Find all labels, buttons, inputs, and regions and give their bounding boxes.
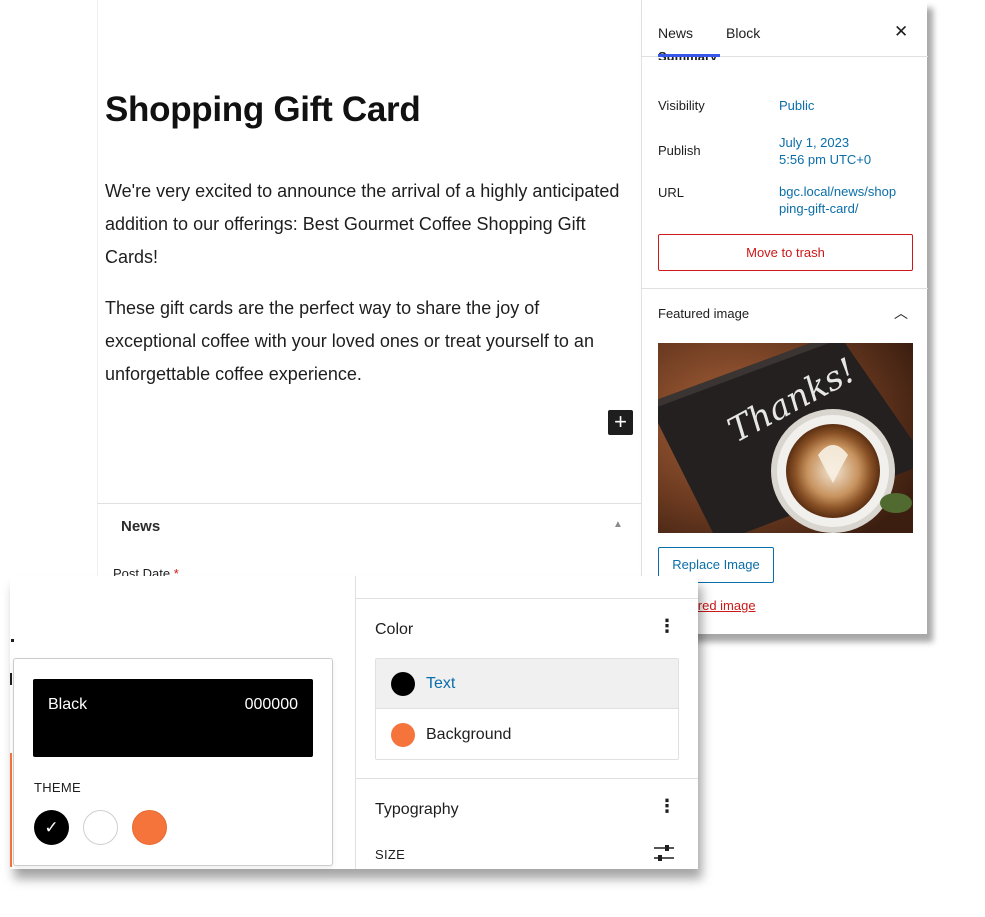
background-fragment xyxy=(10,753,12,867)
url-label: URL xyxy=(658,185,685,200)
divider xyxy=(97,503,641,504)
featured-image-photo: Thanks! xyxy=(658,343,913,533)
post-title[interactable]: Shopping Gift Card xyxy=(105,90,625,130)
selected-color-preview[interactable]: Black 000000 xyxy=(33,679,313,757)
color-hex: 000000 xyxy=(244,696,298,713)
divider xyxy=(356,778,698,779)
featured-image[interactable]: Thanks! xyxy=(658,343,913,533)
publish-label: Publish xyxy=(658,143,701,158)
more-options-icon[interactable]: ⋮ xyxy=(658,796,676,817)
color-option-text[interactable]: Text xyxy=(376,659,678,709)
settings-sidebar: Summary News Block ✕ Visibility Public P… xyxy=(641,0,928,634)
meta-box-title[interactable]: News xyxy=(121,518,160,535)
divider xyxy=(355,576,356,869)
color-option-background[interactable]: Background xyxy=(376,710,678,759)
visibility-toggle[interactable]: Public xyxy=(779,97,814,114)
color-option-label: Text xyxy=(426,675,456,692)
plus-icon: + xyxy=(614,409,627,434)
move-to-trash-button[interactable]: Move to trash xyxy=(658,234,913,271)
more-options-icon[interactable]: ⋮ xyxy=(658,616,676,637)
color-picker-popover: Black 000000 THEME ✓ xyxy=(13,658,333,866)
close-icon[interactable]: ✕ xyxy=(894,22,908,42)
check-icon: ✓ xyxy=(44,818,59,837)
background-fragment xyxy=(11,639,14,642)
sliders-icon[interactable] xyxy=(653,843,675,863)
visibility-label: Visibility xyxy=(658,98,705,113)
color-indicator xyxy=(391,672,415,696)
paragraph-block[interactable]: These gift cards are the perfect way to … xyxy=(105,292,620,391)
url-link[interactable]: ping-gift-card/ xyxy=(779,200,858,217)
swatch-orange[interactable] xyxy=(132,810,167,845)
swatch-white[interactable] xyxy=(83,810,118,845)
block-styles-panel: Black 000000 THEME ✓ Color ⋮ Text Backgr… xyxy=(10,576,698,869)
tab-block[interactable]: Block xyxy=(726,25,760,41)
divider xyxy=(642,288,928,289)
color-options-list: Text Background xyxy=(375,658,679,760)
chevron-up-icon[interactable]: ︿ xyxy=(894,303,908,323)
swatch-black[interactable]: ✓ xyxy=(34,810,69,845)
url-link[interactable]: bgc.local/news/shop xyxy=(779,183,896,200)
add-block-button[interactable]: + xyxy=(608,410,633,435)
publish-date-button[interactable]: July 1, 2023 xyxy=(779,134,849,151)
featured-image-title[interactable]: Featured image xyxy=(658,306,749,321)
editor-edge xyxy=(97,0,98,600)
size-label: SIZE xyxy=(375,847,406,862)
triangle-up-icon[interactable]: ▲ xyxy=(613,519,623,530)
paragraph-block[interactable]: We're very excited to announce the arriv… xyxy=(105,175,620,274)
publish-time-button[interactable]: 5:56 pm UTC+0 xyxy=(779,151,871,168)
color-option-label: Background xyxy=(426,726,512,743)
active-tab-indicator xyxy=(658,54,720,57)
color-indicator xyxy=(391,723,415,747)
color-name: Black xyxy=(48,696,88,713)
typography-section-title: Typography xyxy=(375,801,459,818)
divider xyxy=(356,598,698,599)
background-fragment xyxy=(10,673,12,685)
color-section-title: Color xyxy=(375,621,414,638)
theme-label: THEME xyxy=(34,780,81,795)
tab-news[interactable]: News xyxy=(658,25,693,41)
